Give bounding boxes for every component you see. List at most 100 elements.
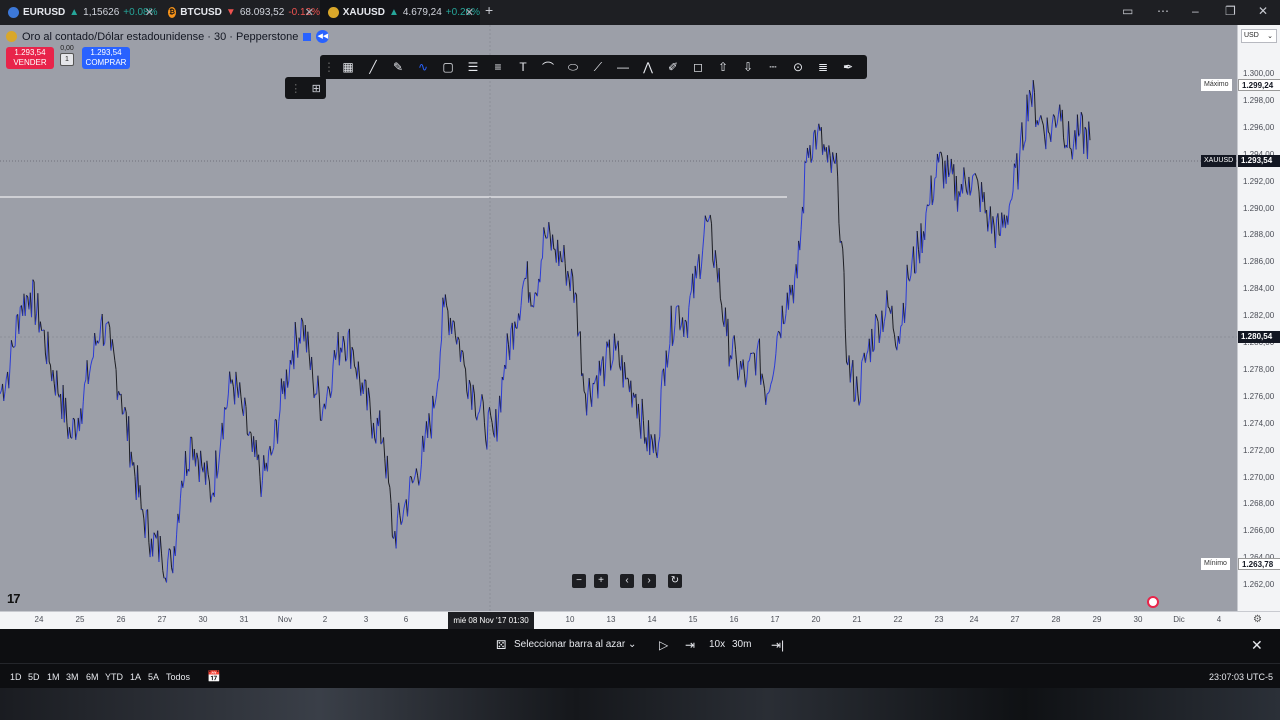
currency-select[interactable]: USD ⌄ — [1241, 29, 1277, 43]
channel-icon[interactable]: ≡ — [489, 58, 507, 76]
arrow-down-icon[interactable]: ⇩ — [739, 58, 757, 76]
step-forward-icon[interactable]: ⇥ — [685, 638, 695, 652]
price-segment — [1042, 124, 1046, 137]
timeframe-button[interactable]: Todos — [166, 672, 190, 682]
arrow-up-icon[interactable]: ⇧ — [714, 58, 732, 76]
price-segment — [748, 353, 752, 361]
curve-icon[interactable]: ⌒ — [539, 58, 557, 76]
drag-handle-icon[interactable]: ⋮ — [290, 82, 301, 95]
timeframe-button[interactable]: 1A — [130, 672, 141, 682]
price-segment — [367, 387, 371, 399]
zoom-in-icon[interactable]: + — [594, 574, 608, 588]
layout-icon[interactable]: ▭ — [1122, 4, 1133, 18]
close-icon[interactable]: ✕ — [465, 6, 474, 19]
callout-icon[interactable]: ◻ — [689, 58, 707, 76]
time-scale[interactable]: 24 25 26 27 30 31 Nov 2 3 6 10 13 14 15 16 17 20 21 22 23 24… — [0, 611, 1280, 629]
price-segment — [239, 382, 242, 397]
price-segment — [674, 307, 677, 326]
target-icon[interactable]: ⊙ — [789, 58, 807, 76]
menu-icon[interactable]: ≣ — [814, 58, 832, 76]
fib-icon[interactable]: ☰ — [464, 58, 482, 76]
trend-line-icon[interactable]: ╱ — [364, 58, 382, 76]
horizontal-line-icon[interactable]: — — [614, 58, 632, 76]
timeframe-button[interactable]: 3M — [66, 672, 79, 682]
price-segment — [775, 336, 778, 354]
drag-handle-icon[interactable]: ⋮ — [323, 58, 335, 76]
tab-xauusd[interactable]: XAUUSD ▲ 4.679,24 +0.26% ✕ — [320, 0, 480, 25]
grid-icon[interactable]: ▦ — [339, 58, 357, 76]
price-segment — [1056, 114, 1059, 124]
close-icon[interactable]: ✕ — [305, 6, 314, 19]
dash-icon[interactable]: ┄ — [764, 58, 782, 76]
timeframe-button[interactable]: YTD — [105, 672, 123, 682]
price-segment — [48, 361, 51, 366]
rectangle-icon[interactable]: ▢ — [439, 58, 457, 76]
pen-icon[interactable]: ✒ — [839, 58, 857, 76]
price-segment — [930, 175, 933, 205]
tab-btcusd[interactable]: ₿ BTCUSD ▼ 68.093,52 -0.12% ✕ — [160, 0, 320, 25]
zoom-out-icon[interactable]: − — [572, 574, 586, 588]
price-segment — [401, 509, 405, 522]
object-tree-icon[interactable]: ⊞ — [312, 82, 321, 95]
close-replay-icon[interactable]: ✕ — [1251, 637, 1263, 654]
calendar-icon[interactable]: 📅 — [207, 670, 221, 683]
timeframe-button[interactable]: 1D — [10, 672, 22, 682]
price-segment — [341, 336, 344, 353]
speed-button[interactable]: 10x — [709, 639, 725, 650]
price-segment — [463, 364, 466, 370]
path-icon[interactable]: ∿ — [414, 58, 432, 76]
window-close-icon[interactable]: ✕ — [1258, 4, 1268, 18]
instrument-title[interactable]: Oro al contado/Dólar estadounidense · 30… — [22, 31, 298, 43]
price-segment — [453, 321, 456, 336]
maximize-icon[interactable]: ❐ — [1225, 4, 1236, 18]
flag-icon[interactable] — [303, 32, 312, 41]
price-segment — [486, 412, 489, 450]
tradingview-logo: 17 — [7, 591, 21, 606]
close-icon[interactable]: ✕ — [145, 6, 154, 19]
marker-icon[interactable]: ✐ — [664, 58, 682, 76]
jump-to-realtime-icon[interactable]: ⇥| — [771, 638, 784, 652]
more-icon[interactable]: ⋯ — [1157, 4, 1169, 18]
btc-icon: ₿ — [168, 7, 177, 18]
scroll-left-icon[interactable]: ‹ — [620, 574, 634, 588]
settings-icon[interactable]: ⚙ — [1253, 614, 1262, 625]
dice-icon[interactable]: ⚄ — [496, 638, 506, 652]
price-segment — [1031, 80, 1034, 107]
replay-icon[interactable]: ◀◀ — [316, 30, 330, 43]
timeframe-button[interactable]: 6M — [86, 672, 99, 682]
new-tab-button[interactable]: + — [485, 2, 493, 18]
record-icon[interactable] — [1147, 596, 1159, 608]
timeframe-button[interactable]: 1M — [47, 672, 60, 682]
brush-icon[interactable]: ✎ — [389, 58, 407, 76]
ellipse-icon[interactable]: ⬭ — [564, 58, 582, 76]
timeframe-button[interactable]: 5A — [148, 672, 159, 682]
price-chart[interactable]: Oro al contado/Dólar estadounidense · 30… — [0, 25, 1237, 611]
time-label: Dic — [1173, 615, 1185, 624]
polyline-icon[interactable]: ⋀ — [639, 58, 657, 76]
price-segment — [559, 251, 562, 262]
play-icon[interactable]: ▷ — [659, 638, 668, 652]
select-bar-button[interactable]: Seleccionar barra al azar — [514, 639, 625, 650]
interval-button[interactable]: 30m — [732, 639, 751, 650]
time-label: 14 — [647, 615, 657, 624]
reset-icon[interactable]: ↻ — [668, 574, 682, 588]
text-icon[interactable]: T — [514, 58, 532, 76]
sell-button[interactable]: 1.293,54 VENDER — [6, 47, 54, 69]
price-segment — [419, 464, 422, 480]
price-segment — [115, 369, 118, 400]
chevron-down-icon[interactable]: ⌄ — [628, 639, 636, 650]
tab-eurusd[interactable]: EURUSD ▲ 1,15626 +0.08% ✕ — [0, 0, 160, 25]
price-segment — [434, 394, 437, 404]
price-segment — [446, 305, 449, 311]
price-label: 1.288,00 — [1243, 230, 1275, 240]
buy-button[interactable]: 1.293,54 COMPRAR — [82, 47, 130, 69]
ray-icon[interactable]: ⟋ — [589, 58, 607, 76]
price-scale[interactable]: USD ⌄ 1.300,001.298,001.296,001.294,001.… — [1237, 25, 1280, 611]
price-segment — [208, 481, 212, 503]
chevron-down-icon: ⌄ — [1267, 33, 1273, 40]
price-segment — [144, 510, 147, 538]
scroll-right-icon[interactable]: › — [642, 574, 656, 588]
timeframe-button[interactable]: 5D — [28, 672, 40, 682]
minimize-icon[interactable]: – — [1192, 4, 1199, 18]
clock[interactable]: 23:07:03 UTC-5 — [1209, 672, 1273, 682]
